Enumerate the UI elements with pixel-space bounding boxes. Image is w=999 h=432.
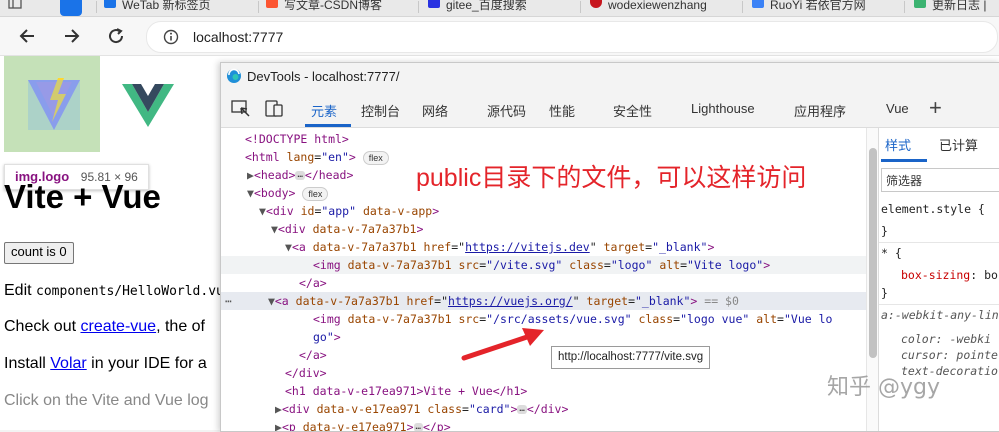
dom-row-img-vite[interactable]: <img data-v-7a7a37b1 src="/vite.svg" cla… bbox=[221, 256, 866, 274]
red-arrow-icon bbox=[461, 328, 544, 361]
devtools-title: DevTools - localhost:7777/ bbox=[247, 69, 400, 84]
dom-row-a-vue-selected[interactable]: ⋯ ▼<a data-v-7a7a37b1 href="https://vuejs… bbox=[221, 292, 866, 310]
devtools-tab-bar: 元素 控制台 网络 源代码 性能 安全性 Lighthouse 应用程序 Vue… bbox=[221, 90, 999, 128]
dom-row-h1[interactable]: <h1 data-v-e17ea971>Vite + Vue</h1> bbox=[285, 382, 527, 400]
dom-row-div-app[interactable]: ▼<div id="app" data-v-app> bbox=[259, 202, 439, 220]
vite-logo-icon bbox=[28, 78, 80, 130]
create-vue-link[interactable]: create-vue bbox=[80, 318, 156, 335]
back-arrow-icon bbox=[19, 29, 34, 43]
ruoyi-icon bbox=[752, 0, 764, 8]
tab-sources[interactable]: 源代码 bbox=[487, 101, 526, 120]
edit-paragraph: Edit components/HelloWorld.vue t bbox=[4, 282, 241, 299]
brace-close: } bbox=[881, 224, 888, 238]
navigation-bar: localhost:7777 bbox=[0, 17, 999, 56]
url-text: localhost:7777 bbox=[193, 29, 284, 45]
helloworld-path: components/HelloWorld.vue bbox=[36, 284, 232, 299]
browser-tab-strip: WeTab 新标签页 写文章-CSDN博客 gitee_百度搜索 wodexie… bbox=[0, 0, 999, 17]
dom-row-a-vite[interactable]: ▼<a data-v-7a7a37b1 href="https://vitejs… bbox=[285, 238, 714, 256]
cursor-decl[interactable]: cursor: pointe bbox=[901, 348, 998, 362]
flex-badge[interactable]: flex bbox=[362, 150, 389, 165]
zhihu-watermark: 知乎 @ygy bbox=[827, 375, 940, 400]
styles-tab-indicator bbox=[881, 159, 927, 162]
styles-filter-input[interactable]: 筛选器 bbox=[881, 168, 999, 192]
tab-overview-icon[interactable] bbox=[4, 0, 24, 16]
tab-elements[interactable]: 元素 bbox=[311, 101, 337, 120]
tab-ruoyi[interactable]: RuoYi 若依官方网 bbox=[748, 0, 920, 16]
dom-row-head[interactable]: ▶<head>… </head> bbox=[247, 166, 353, 184]
forward-arrow-icon bbox=[65, 29, 80, 43]
page-title: Vite + Vue bbox=[4, 178, 161, 215]
edge-icon bbox=[227, 68, 241, 83]
address-bar[interactable]: localhost:7777 bbox=[146, 21, 998, 53]
csdn-icon bbox=[266, 0, 278, 8]
vue-logo-icon[interactable] bbox=[122, 82, 174, 128]
dom-row-div-close[interactable]: </div> bbox=[285, 364, 327, 382]
dom-row-html[interactable]: <html lang="en"> flex bbox=[245, 148, 389, 166]
tab-csdn[interactable]: 写文章-CSDN博客 bbox=[262, 0, 434, 16]
tab-styles[interactable]: 样式 bbox=[885, 135, 911, 154]
tab-baidu[interactable]: gitee_百度搜索 bbox=[424, 0, 596, 16]
dom-row-img-vue[interactable]: <img data-v-7a7a37b1 src="/src/assets/vu… bbox=[313, 310, 832, 328]
annotation-text: public目录下的文件，可以这样访问 bbox=[416, 164, 807, 192]
vite-logo-highlight[interactable] bbox=[4, 56, 100, 152]
dom-row-a-close-2[interactable]: </a> bbox=[299, 346, 327, 364]
tab-network[interactable]: 网络 bbox=[422, 101, 448, 120]
universal-rule[interactable]: * { bbox=[881, 246, 902, 260]
forward-button[interactable] bbox=[60, 24, 84, 48]
devtools-window: DevTools - localhost:7777/ 元素 控制台 网络 源代码… bbox=[220, 62, 999, 432]
dom-row-body[interactable]: ▼<body> flex bbox=[247, 184, 329, 202]
tab-changelog[interactable]: 更新日志 | bbox=[910, 0, 999, 16]
changelog-icon bbox=[914, 0, 926, 8]
tab-vue[interactable]: Vue bbox=[886, 101, 909, 116]
color-decl[interactable]: color: -webki bbox=[901, 332, 991, 346]
flex-badge-body[interactable]: flex bbox=[302, 186, 329, 201]
back-button[interactable] bbox=[15, 24, 39, 48]
baidu-icon bbox=[428, 0, 440, 8]
elements-dom-tree: <!DOCTYPE html> <html lang="en"> flex ▶<… bbox=[221, 128, 866, 431]
devtools-titlebar: DevTools - localhost:7777/ bbox=[221, 63, 999, 90]
tab-icon-pinned[interactable] bbox=[60, 0, 82, 16]
any-link-rule[interactable]: a:-webkit-any-lin bbox=[881, 308, 999, 322]
dom-row-div-card[interactable]: ▶<div data-v-e17ea971 class="card">… </di… bbox=[275, 400, 568, 418]
info-icon bbox=[163, 29, 179, 45]
tab-console[interactable]: 控制台 bbox=[361, 101, 400, 120]
active-tab-indicator bbox=[305, 124, 351, 127]
brace-close-2: } bbox=[881, 286, 888, 300]
checkout-paragraph: Check out create-vue, the of bbox=[4, 318, 205, 335]
dom-row-img-vue-cont[interactable]: go"> bbox=[313, 328, 341, 346]
scrollbar-thumb[interactable] bbox=[869, 148, 877, 358]
install-paragraph: Install Volar in your IDE for a bbox=[4, 355, 207, 372]
read-the-docs-hint: Click on the Vite and Vue log bbox=[4, 392, 209, 409]
tab-security[interactable]: 安全性 bbox=[613, 101, 652, 120]
inspect-element-icon[interactable] bbox=[231, 100, 251, 118]
count-button[interactable]: count is 0 bbox=[4, 242, 74, 264]
tab-lighthouse[interactable]: Lighthouse bbox=[691, 101, 755, 116]
dom-row-a-close[interactable]: </a> bbox=[299, 274, 327, 292]
volar-link[interactable]: Volar bbox=[50, 355, 86, 372]
dom-row-div[interactable]: ▼<div data-v-7a7a37b1> bbox=[271, 220, 423, 238]
device-emulation-icon[interactable] bbox=[265, 100, 285, 118]
tab-wodexie[interactable]: wodexiewenzhang bbox=[586, 0, 758, 16]
add-tab-plus-icon[interactable]: + bbox=[929, 95, 942, 121]
reload-icon bbox=[109, 28, 124, 44]
dom-row-doctype[interactable]: <!DOCTYPE html> bbox=[245, 130, 349, 148]
wetab-icon bbox=[104, 0, 116, 8]
link-hover-tooltip: http://localhost:7777/vite.svg bbox=[551, 346, 711, 369]
tab-wetab[interactable]: WeTab 新标签页 bbox=[100, 0, 272, 16]
tab-application[interactable]: 应用程序 bbox=[794, 101, 846, 120]
element-style-rule[interactable]: element.style { bbox=[881, 202, 985, 216]
tab-computed[interactable]: 已计算 bbox=[939, 135, 978, 154]
tab-performance[interactable]: 性能 bbox=[549, 101, 575, 120]
box-sizing-decl[interactable]: box-sizing: bo bbox=[901, 268, 998, 282]
wodexie-icon bbox=[590, 0, 602, 8]
reload-button[interactable] bbox=[104, 24, 128, 48]
